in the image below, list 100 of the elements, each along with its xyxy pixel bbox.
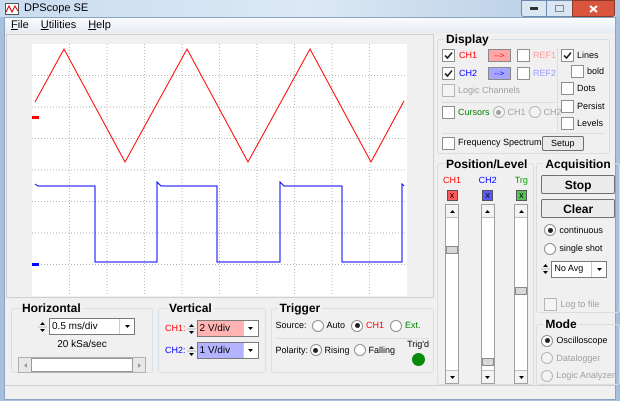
checkbox-label: Levels bbox=[577, 117, 604, 130]
maximize-icon bbox=[555, 5, 564, 12]
close-icon bbox=[589, 4, 598, 12]
averaging-dropdown[interactable]: No Avg bbox=[551, 260, 608, 278]
radio-button[interactable] bbox=[544, 242, 556, 255]
minimize-button[interactable] bbox=[521, 0, 547, 17]
reset-button[interactable]: x bbox=[516, 190, 527, 201]
scroll-down-button[interactable] bbox=[482, 370, 494, 383]
checkbox-label: Persist bbox=[577, 100, 605, 112]
copy-to-ref-button[interactable]: --> bbox=[488, 66, 511, 80]
radio-label: CH2 bbox=[544, 106, 562, 118]
checkbox[interactable] bbox=[442, 66, 455, 80]
menu-item[interactable]: Utilities bbox=[40, 17, 76, 34]
group-title: Display bbox=[445, 31, 490, 48]
window-title: DPScope SE bbox=[24, 1, 90, 16]
slider-thumb[interactable] bbox=[515, 286, 528, 295]
checkbox[interactable] bbox=[442, 136, 455, 150]
radio-button[interactable] bbox=[544, 224, 556, 236]
radio-label: Ext. bbox=[405, 319, 421, 332]
scroll-down-button[interactable] bbox=[515, 370, 528, 383]
slider-thumb[interactable] bbox=[446, 246, 458, 254]
horizontal-scrollbar[interactable] bbox=[18, 357, 146, 373]
menu-item[interactable]: File bbox=[11, 17, 29, 34]
radio-label: single shot bbox=[559, 242, 602, 255]
radio-button[interactable] bbox=[528, 106, 541, 118]
radio-button[interactable] bbox=[351, 320, 364, 332]
radio-button[interactable] bbox=[354, 344, 366, 356]
minimize-icon bbox=[530, 7, 538, 10]
checkbox[interactable] bbox=[561, 117, 574, 130]
slider-thumb[interactable] bbox=[482, 358, 494, 366]
ch1-level-marker bbox=[32, 116, 39, 119]
channel-label: CH2 bbox=[459, 66, 478, 80]
radio-label: Rising bbox=[324, 344, 350, 357]
sample-rate-text: 20 kSa/sec bbox=[56, 338, 108, 352]
radio-label: Falling bbox=[368, 344, 396, 357]
slider-label: CH2 bbox=[478, 174, 497, 186]
menu-item[interactable]: Help bbox=[88, 17, 111, 34]
group-title: Horizontal bbox=[21, 300, 82, 317]
checkbox[interactable] bbox=[561, 100, 574, 113]
caret-down-icon bbox=[485, 376, 490, 378]
radio-button[interactable] bbox=[541, 334, 554, 347]
radio-label: CH1 bbox=[508, 106, 526, 118]
channel-label: CH2: bbox=[165, 344, 186, 357]
radio-button[interactable] bbox=[312, 320, 324, 332]
checkbox[interactable] bbox=[561, 82, 574, 96]
caret-left-icon bbox=[24, 362, 26, 368]
radio-label: Logic Analyzer bbox=[556, 369, 615, 382]
radio-label: CH1 bbox=[366, 319, 384, 332]
trigger-status-label: Trig'd bbox=[407, 338, 429, 351]
caret-icon bbox=[124, 325, 130, 328]
caret-right-icon bbox=[138, 362, 140, 368]
acquisition-button[interactable]: Stop bbox=[541, 174, 615, 194]
checkbox[interactable] bbox=[571, 64, 584, 78]
caret-icon bbox=[248, 327, 254, 330]
checkbox[interactable] bbox=[516, 49, 530, 62]
group-title: Position/Level bbox=[445, 156, 528, 172]
scroll-up-button[interactable] bbox=[446, 205, 458, 218]
checkbox-label: Logic Channels bbox=[458, 84, 520, 97]
radio-label: Auto bbox=[326, 319, 346, 332]
slider-label: CH1 bbox=[443, 174, 462, 186]
timebase-dropdown[interactable]: 0.5 ms/div bbox=[49, 318, 135, 335]
group-title: Trigger bbox=[278, 300, 322, 317]
reset-button[interactable]: x bbox=[446, 190, 458, 201]
acquisition-button[interactable]: Clear bbox=[541, 198, 615, 218]
checkbox-label: Dots bbox=[577, 82, 596, 95]
source-label: Source: bbox=[276, 319, 306, 332]
scrollbar-thumb[interactable] bbox=[31, 358, 133, 372]
checkbox[interactable] bbox=[442, 106, 455, 119]
checkbox-label: bold bbox=[587, 64, 604, 78]
group-title: Mode bbox=[544, 316, 578, 333]
ch2-level-marker bbox=[32, 263, 39, 266]
checkbox-label: Frequency Spectrum bbox=[458, 136, 542, 150]
checkbox-label: Log to file bbox=[560, 298, 600, 311]
radio-label: Datalogger bbox=[556, 352, 600, 365]
setup-button[interactable]: Setup bbox=[542, 136, 584, 150]
caret-down-icon bbox=[518, 376, 524, 378]
polarity-label: Polarity: bbox=[276, 344, 306, 357]
radio-button[interactable] bbox=[310, 344, 322, 356]
radio-button[interactable] bbox=[390, 320, 402, 332]
close-button[interactable] bbox=[572, 0, 615, 17]
checkbox[interactable] bbox=[516, 66, 530, 80]
caret-up-icon bbox=[518, 210, 524, 212]
reset-button[interactable]: x bbox=[482, 190, 494, 201]
group-title: Vertical bbox=[168, 300, 213, 317]
channel-label: CH1: bbox=[165, 322, 186, 335]
oscilloscope-icon bbox=[5, 2, 19, 14]
scroll-up-button[interactable] bbox=[515, 205, 528, 218]
caret-up-icon bbox=[450, 210, 454, 212]
scroll-up-button[interactable] bbox=[482, 205, 494, 218]
checkbox[interactable] bbox=[561, 49, 574, 62]
caret-icon bbox=[248, 349, 254, 352]
checkbox-label: REF1 bbox=[532, 49, 556, 62]
caret-icon bbox=[596, 268, 602, 270]
radio-button[interactable] bbox=[492, 106, 505, 118]
volts-dropdown[interactable]: 1 V/div bbox=[196, 342, 259, 359]
group-title: Acquisition bbox=[544, 156, 612, 172]
channel-label: CH1 bbox=[459, 49, 478, 62]
volts-dropdown[interactable]: 2 V/div bbox=[196, 320, 259, 337]
checkbox[interactable] bbox=[442, 49, 455, 62]
scroll-down-button[interactable] bbox=[446, 370, 458, 383]
